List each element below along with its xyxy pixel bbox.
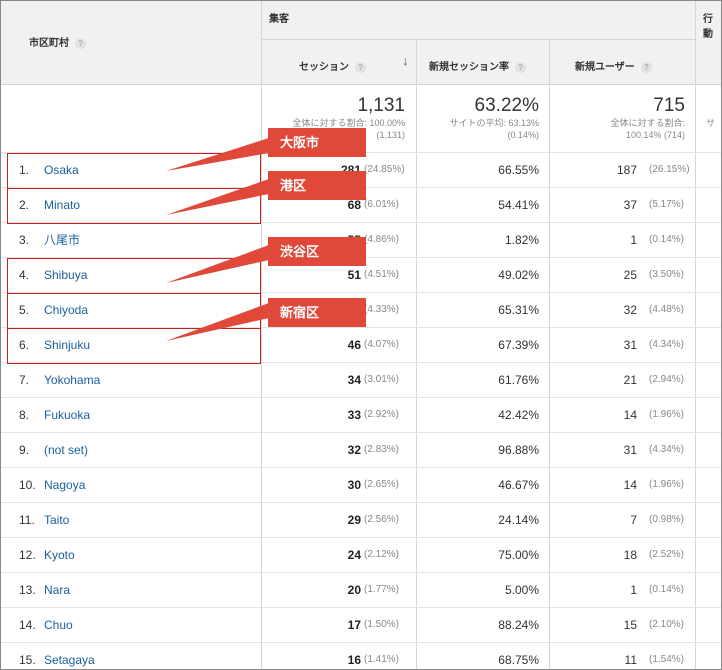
callout-label: 渋谷区 (268, 237, 366, 266)
callout-label: 大阪市 (268, 128, 366, 157)
pointer-osaka (166, 138, 269, 171)
callout-label: 新宿区 (268, 298, 366, 327)
pointer-shibuya (166, 245, 269, 283)
pointer-minato (166, 179, 269, 215)
analytics-report-table: 市区町村? 集客 行動 セッション? ↓ 新規セッション率? 新規ユーザー? 1… (0, 0, 722, 670)
callout-label: 港区 (268, 171, 366, 200)
pointer-shinjuku (166, 303, 269, 341)
callout-pointers (166, 138, 269, 341)
